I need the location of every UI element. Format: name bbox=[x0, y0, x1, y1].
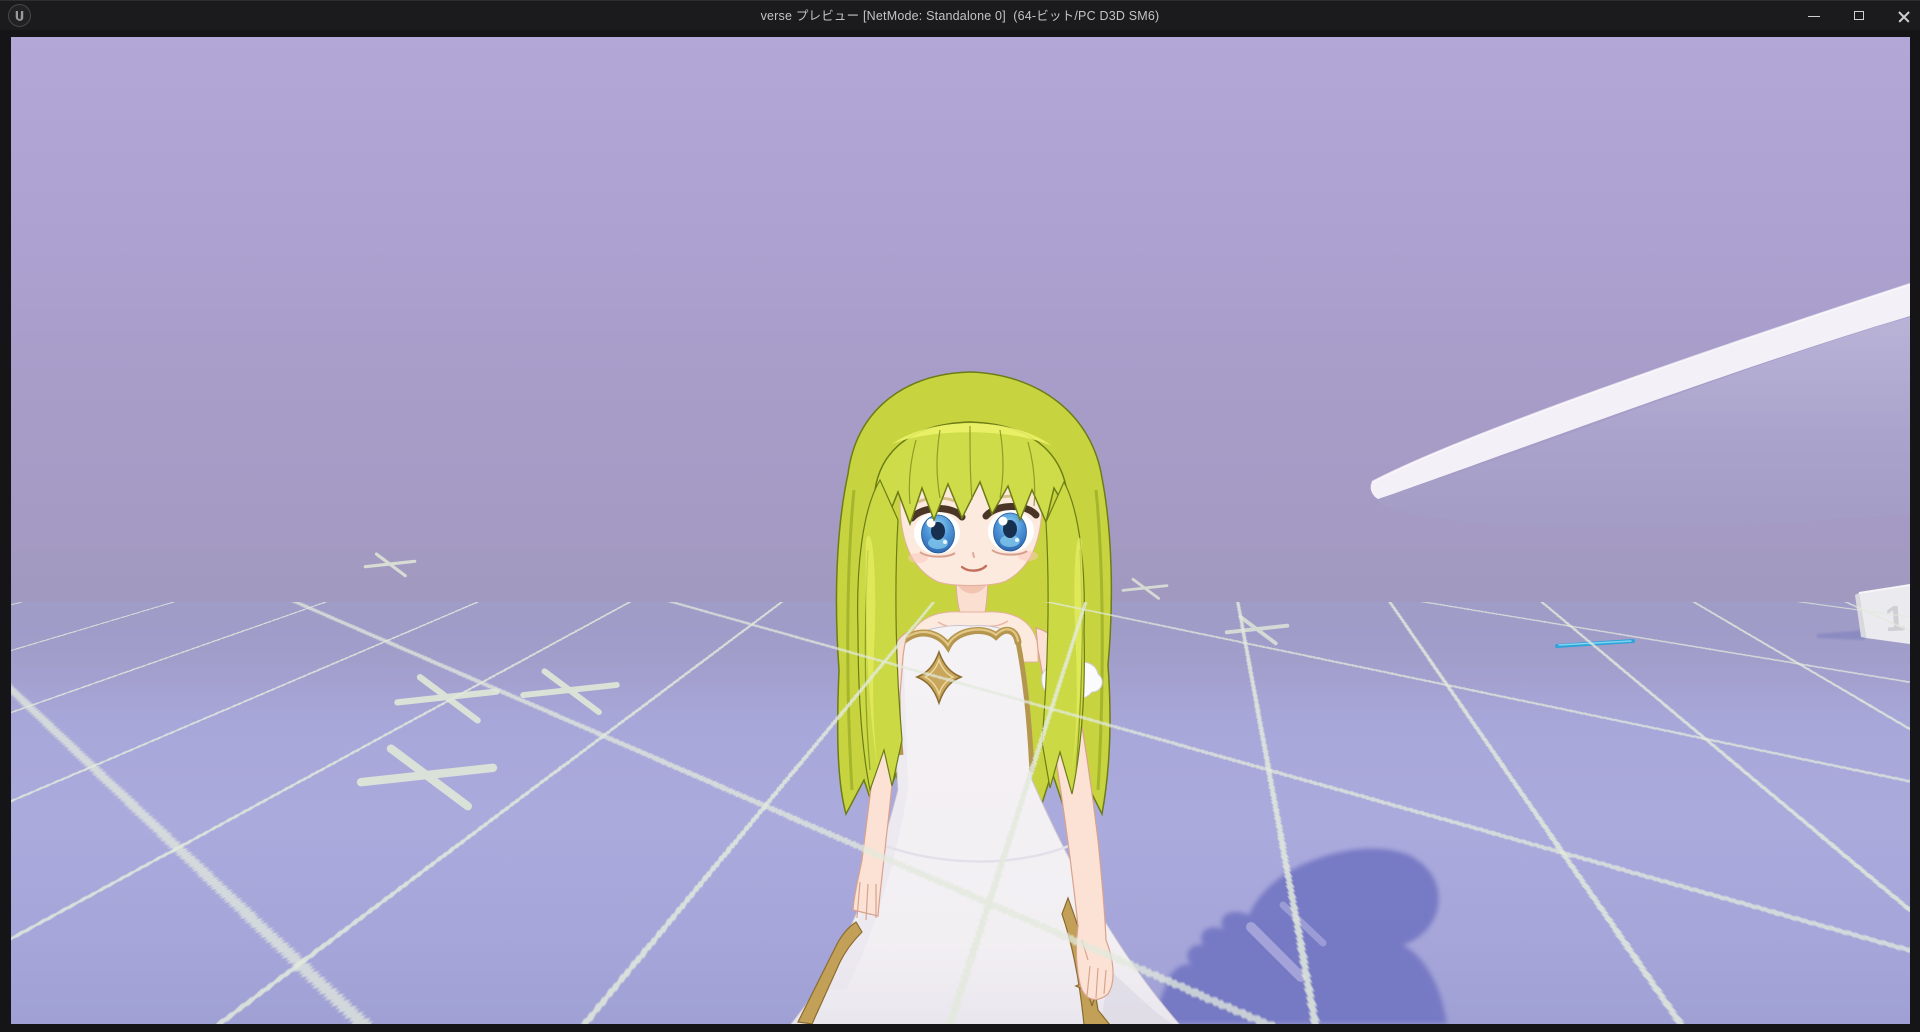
minimize-button[interactable] bbox=[1804, 6, 1824, 26]
game-viewport[interactable]: 1 bbox=[11, 37, 1910, 1024]
white-cube: 1 bbox=[1817, 585, 1910, 644]
title-bar[interactable]: verse プレビュー [NetMode: Standalone 0] (64-… bbox=[0, 0, 1920, 30]
cube-label: 1 bbox=[1884, 597, 1906, 639]
maximize-icon bbox=[1854, 11, 1864, 20]
minimize-icon bbox=[1808, 16, 1820, 18]
grid-cross-markers bbox=[361, 554, 1287, 806]
character bbox=[790, 372, 1180, 1024]
window-title: verse プレビュー [NetMode: Standalone 0] (64-… bbox=[0, 1, 1920, 31]
cyan-line-actor bbox=[1557, 641, 1633, 646]
white-disc-platform bbox=[1371, 284, 1910, 528]
scene-overlay: 1 bbox=[11, 37, 1910, 1024]
character-shadow bbox=[1151, 848, 1447, 1024]
app-window: verse プレビュー [NetMode: Standalone 0] (64-… bbox=[0, 0, 1920, 1032]
close-button[interactable] bbox=[1894, 6, 1914, 26]
maximize-button[interactable] bbox=[1849, 6, 1869, 26]
